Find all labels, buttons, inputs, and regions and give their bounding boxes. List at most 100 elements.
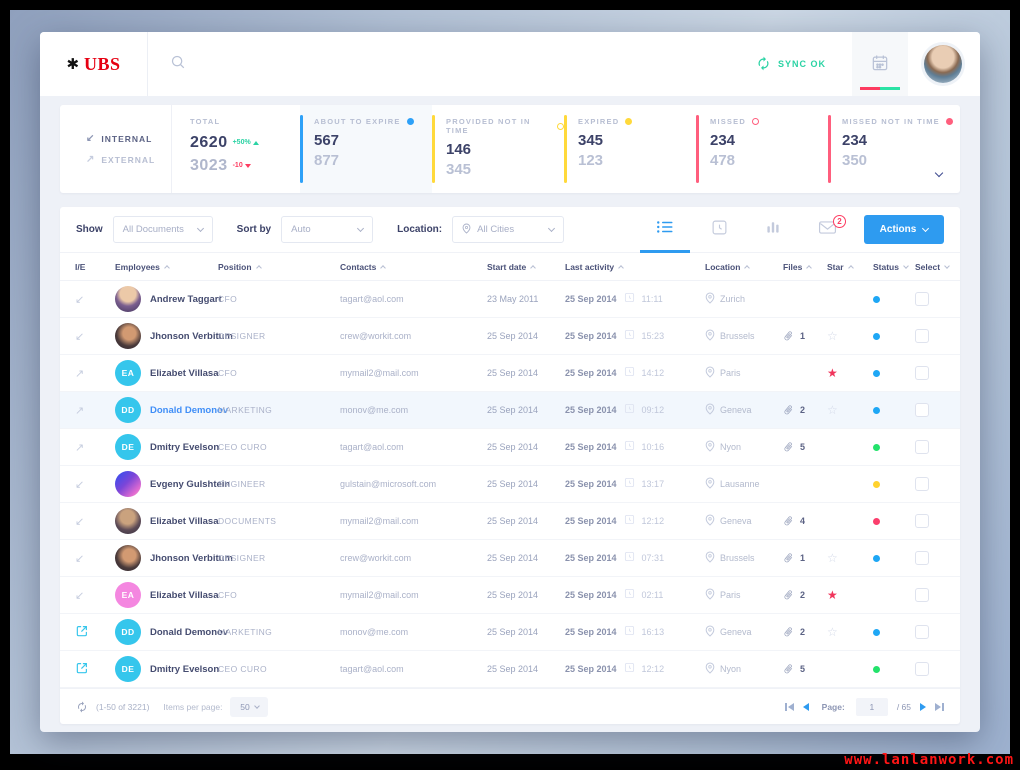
location-select-value: All Cities [477,224,515,235]
star-toggle[interactable]: ☆ [827,552,873,564]
column-header[interactable]: Status [873,262,915,272]
external-filter[interactable]: ↗ EXTERNAL [86,154,171,165]
table-row[interactable]: ↗ EA Elizabet Villasa CFO mymail2@mail.c… [60,355,960,392]
avatar [115,508,141,534]
row-checkbox[interactable] [915,625,929,639]
status-dot-icon [873,406,880,414]
stat-card[interactable]: PROVIDED NOT IN TIME 146 345 [432,105,564,193]
files-cell: 5 [783,441,827,453]
pagination-next-button[interactable] [920,702,926,711]
location-select[interactable]: All Cities [452,216,565,243]
column-header[interactable]: I/E [75,262,115,272]
table-row[interactable]: DD Donald Demonov MARKETING monov@me.com… [60,614,960,651]
row-checkbox[interactable] [915,588,929,602]
column-header[interactable]: Location [705,262,783,272]
stats-expand-chevron[interactable] [932,159,946,185]
position: CFO [218,368,238,378]
delta-up-icon [252,140,259,145]
table-row[interactable]: ↙ Elizabet Villasa DOCUMENTS mymail2@mai… [60,503,960,540]
column-header[interactable]: Star [827,262,873,272]
paperclip-icon [780,402,796,418]
internal-filter[interactable]: ↙ INTERNAL [86,133,171,144]
table-row[interactable]: ↙ Jhonson Verbitum DESIGNER crew@workit.… [60,318,960,355]
avatar: DD [115,619,141,645]
table-row[interactable]: ↙ EA Elizabet Villasa CFO mymail2@mail.c… [60,577,960,614]
activity-date: 25 Sep 2014 [565,664,617,674]
app-window: ✱ UBS SYNC OK ↙ INTERNAL ↗ EXTERNAL TOTA… [40,32,980,732]
ie-icon: ↙ [75,515,85,528]
show-label: Show [76,224,103,235]
search-button[interactable] [170,54,186,75]
sort-select[interactable]: Auto [281,216,374,243]
chevron-down-icon [548,224,556,233]
total-label: TOTAL [190,117,221,126]
location-pin-icon [705,440,715,454]
sort-chevron-icon [618,264,624,271]
tab-mail-view[interactable]: 2 [800,207,854,253]
ie-icon: ↙ [75,552,85,565]
contact-email: mymail2@mail.com [340,368,419,378]
sync-status[interactable]: SYNC OK [756,56,826,73]
activity-time: 15:23 [641,331,665,341]
row-checkbox[interactable] [915,329,929,343]
tab-timeline-view[interactable] [692,207,746,253]
column-header[interactable]: Contacts [340,262,487,272]
stat-card[interactable]: EXPIRED 345 123 [564,105,696,193]
sort-chevron-icon [847,264,854,271]
row-checkbox[interactable] [915,292,929,306]
column-header[interactable]: Files [783,262,827,272]
calendar-button[interactable] [852,32,908,96]
employee-name: Donald Demonov [150,404,229,416]
status-dot-icon [406,118,414,125]
user-avatar[interactable] [924,45,962,83]
actions-button[interactable]: Actions [864,215,944,244]
star-toggle[interactable]: ☆ [827,404,873,416]
pagination-prev-button[interactable] [802,702,809,711]
star-toggle[interactable]: ☆ [827,626,873,638]
paperclip-icon [780,661,796,677]
star-toggle[interactable]: ★ [827,367,873,379]
table-row[interactable]: DE Dmitry Evelson CEO CURO tagart@aol.co… [60,651,960,688]
files-cell: 1 [783,552,827,564]
row-checkbox[interactable] [915,477,929,491]
table-row[interactable]: ↙ Evgeny Gulshtein ENGINEER gulstain@mic… [60,466,960,503]
pagination-first-button[interactable] [784,702,794,711]
show-select[interactable]: All Documents [112,216,213,243]
stat-card-accent-bar [300,115,303,183]
status-dot-icon [751,118,759,125]
table-row[interactable]: ↙ Jhonson Verbitum DESIGNER crew@workit.… [60,540,960,577]
star-toggle[interactable]: ★ [827,589,873,601]
row-checkbox[interactable] [915,662,929,676]
time-icon [624,512,635,530]
activity-date: 25 Sep 2014 [565,294,617,304]
row-checkbox[interactable] [915,440,929,454]
table-row[interactable]: ↗ DE Dmitry Evelson CEO CURO tagart@aol.… [60,429,960,466]
row-checkbox[interactable] [915,403,929,417]
column-header[interactable]: Employees [115,262,218,272]
tab-list-view[interactable] [638,207,692,253]
column-header[interactable]: Start date [487,262,565,272]
table-row[interactable]: ↙ Andrew Taggart CFO tagart@aol.com 23 M… [60,281,960,318]
row-checkbox[interactable] [915,551,929,565]
pagination-last-button[interactable] [935,702,944,711]
sort-chevron-icon [530,264,537,271]
table-row[interactable]: ↗ DD Donald Demonov MARKETING monov@me.c… [60,392,960,429]
ubs-logo[interactable]: ✱ UBS [40,32,148,96]
employee-name: Elizabet Villasa [150,589,219,601]
page-input[interactable]: 1 [855,697,888,716]
refresh-icon[interactable] [76,701,88,713]
tab-chart-view[interactable] [746,207,800,253]
column-header[interactable]: Last activity [565,262,705,272]
star-toggle[interactable]: ☆ [827,330,873,342]
column-header[interactable]: Position [218,262,340,272]
table-body: ↙ Andrew Taggart CFO tagart@aol.com 23 M… [60,281,960,688]
column-header[interactable]: Select [915,262,950,272]
activity-date: 25 Sep 2014 [565,331,617,341]
stat-card[interactable]: ABOUT TO EXPIRE 567 877 [300,105,432,193]
row-checkbox[interactable] [915,366,929,380]
stat-card[interactable]: MISSED 234 478 [696,105,828,193]
items-per-page-select[interactable]: 50 [230,696,269,717]
row-checkbox[interactable] [915,514,929,528]
desktop-background: ✱ UBS SYNC OK ↙ INTERNAL ↗ EXTERNAL TOTA… [10,10,1010,754]
stat-card-label: EXPIRED [578,117,620,126]
